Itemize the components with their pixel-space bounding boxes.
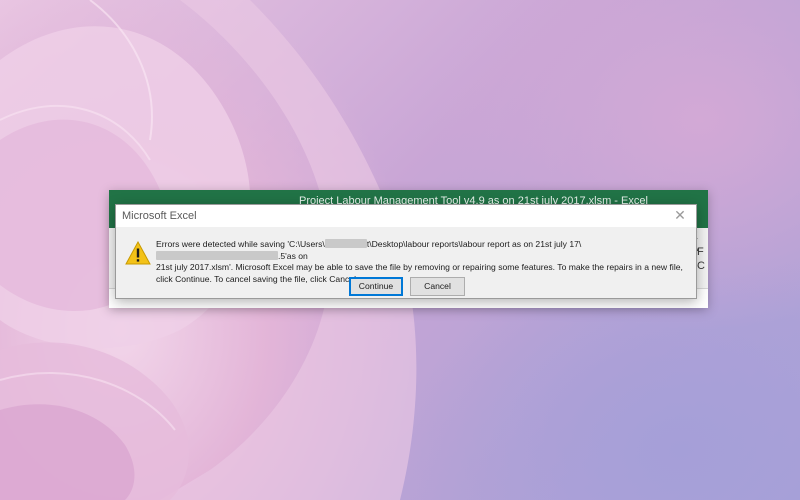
dialog-body: Errors were detected while saving 'C:\Us… xyxy=(116,227,696,298)
close-icon[interactable]: ✕ xyxy=(671,207,689,225)
clear-icon[interactable]: C xyxy=(697,260,705,272)
dialog-title-bar: Microsoft Excel ✕ xyxy=(116,205,696,227)
message-part-1: Errors were detected while saving 'C:\Us… xyxy=(156,239,325,249)
redacted-filename xyxy=(156,250,278,260)
message-part-3: .5'as on xyxy=(278,250,308,261)
dialog-title: Microsoft Excel xyxy=(122,210,197,222)
redacted-username xyxy=(324,239,367,248)
error-dialog: Microsoft Excel ✕ Errors were detected w… xyxy=(115,204,697,299)
fill-icon[interactable]: F xyxy=(697,246,704,258)
continue-button[interactable]: Continue xyxy=(349,277,403,296)
message-part-2: t\Desktop\labour reports\labour report a… xyxy=(366,239,582,249)
cancel-button[interactable]: Cancel xyxy=(410,277,465,296)
warning-triangle-icon xyxy=(125,241,151,265)
